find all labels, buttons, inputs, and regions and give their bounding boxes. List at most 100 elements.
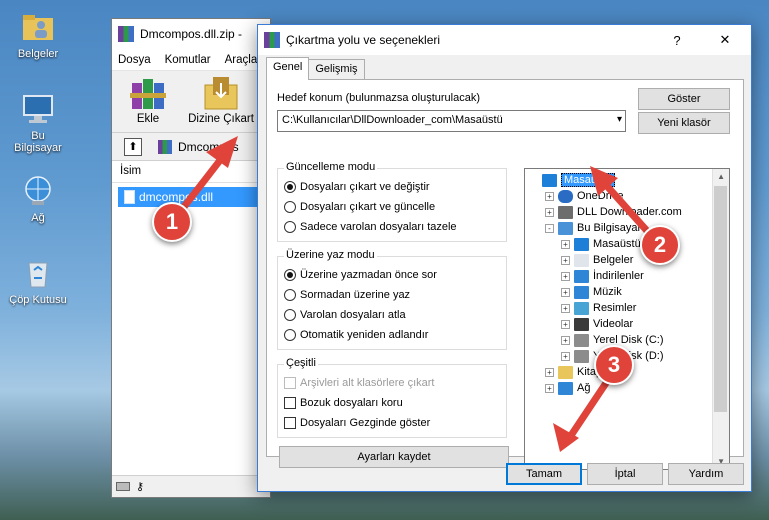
tree-scrollbar[interactable]: ▲ ▼: [712, 169, 729, 469]
tree-node[interactable]: + Müzik: [561, 284, 622, 300]
winrar-titlebar: Dmcompos.dll.zip -: [112, 19, 270, 49]
destination-path-input[interactable]: C:\Kullanıcılar\DllDownloader_com\Masaüs…: [277, 110, 626, 132]
expand-icon[interactable]: +: [561, 271, 570, 281]
tree-node[interactable]: + Masaüstü: [561, 236, 641, 252]
dialog-tabs: Genel Gelişmiş: [266, 57, 365, 80]
tree-node[interactable]: + Belgeler: [561, 252, 633, 268]
expand-icon[interactable]: +: [561, 303, 570, 313]
expand-icon[interactable]: +: [561, 255, 570, 265]
option-label: Dosyaları Gezginde göster: [300, 417, 431, 429]
computer-icon: [21, 92, 55, 126]
new-folder-button[interactable]: Yeni klasör: [638, 112, 730, 134]
checkbox[interactable]: [284, 397, 296, 409]
expand-icon[interactable]: +: [545, 207, 554, 217]
help-title-button[interactable]: ?: [655, 25, 699, 55]
winrar-toolbar: Ekle Dizine Çıkart: [112, 71, 270, 133]
help-button[interactable]: Yardım: [668, 463, 744, 485]
option-label: Sormadan üzerine yaz: [300, 289, 411, 301]
update-option-extract-replace[interactable]: Dosyaları çıkart ve değiştir: [284, 181, 430, 193]
add-button[interactable]: Ekle: [120, 75, 176, 128]
misc-option-show-in-explorer[interactable]: Dosyaları Gezginde göster: [284, 417, 430, 429]
cancel-button[interactable]: İptal: [587, 463, 663, 485]
desktop-icon-network[interactable]: Ağ: [6, 174, 70, 224]
overwrite-option-ask[interactable]: Üzerine yazmadan önce sor: [284, 269, 437, 281]
scroll-up-icon[interactable]: ▲: [717, 172, 725, 181]
chevron-down-icon[interactable]: ▾: [617, 114, 622, 125]
expand-icon[interactable]: +: [561, 335, 570, 345]
drive-icon: [116, 482, 130, 491]
option-label: Üzerine yazmadan önce sor: [300, 269, 437, 281]
computer-icon: [558, 221, 573, 235]
desktop-icon-label: Çöp Kutusu: [9, 294, 67, 306]
expand-icon[interactable]: +: [561, 287, 570, 297]
radio[interactable]: [284, 289, 296, 301]
file-row[interactable]: dmcompos.dll: [118, 187, 264, 207]
tab-general[interactable]: Genel: [266, 57, 310, 80]
tree-node[interactable]: + Ağ: [545, 380, 590, 396]
tree-node[interactable]: + İndirilenler: [561, 268, 644, 284]
menu-item-tools[interactable]: Araçla: [225, 54, 258, 66]
misc-option-keep-broken[interactable]: Bozuk dosyaları koru: [284, 397, 403, 409]
tree-node[interactable]: + Videolar: [561, 316, 633, 332]
desktop-icon-documents[interactable]: Belgeler: [6, 10, 70, 60]
expand-icon[interactable]: +: [545, 367, 554, 377]
callout-2: 2: [640, 225, 680, 265]
folder-user-icon: [21, 10, 55, 44]
tree-node[interactable]: Masaüstü: [529, 172, 615, 188]
winrar-title: Dmcompos.dll.zip -: [140, 27, 243, 41]
radio-selected[interactable]: [284, 181, 296, 193]
radio[interactable]: [284, 221, 296, 233]
dialog-title: Çıkartma yolu ve seçenekleri: [286, 33, 441, 47]
collapse-icon[interactable]: -: [545, 223, 554, 233]
network-globe-icon: [21, 174, 55, 208]
tree-node[interactable]: - Bu Bilgisayar: [545, 220, 641, 236]
column-header-name[interactable]: İsim: [112, 161, 270, 183]
expand-icon[interactable]: +: [561, 239, 570, 249]
winrar-address-bar: ⬆ Dmcompos: [112, 133, 270, 161]
option-label: Dosyaları çıkart ve güncelle: [300, 201, 436, 213]
winrar-statusbar: ⚷: [112, 475, 270, 497]
menu-item-commands[interactable]: Komutlar: [165, 54, 211, 66]
tree-node[interactable]: + OneDrive: [545, 188, 623, 204]
desktop-icon-recycle-bin[interactable]: Çöp Kutusu: [6, 256, 70, 306]
overwrite-option-rename[interactable]: Otomatik yeniden adlandır: [284, 329, 428, 341]
expand-icon[interactable]: +: [561, 351, 570, 361]
tree-node-label: Videolar: [593, 318, 634, 330]
radio[interactable]: [284, 309, 296, 321]
folder-tree[interactable]: Masaüstü + OneDrive + DLL Downloader.com - Bu …: [524, 168, 730, 470]
overwrite-option-skip[interactable]: Varolan dosyaları atla: [284, 309, 406, 321]
close-button[interactable]: ✕: [703, 25, 747, 55]
misc-group: Çeşitli Arşivleri alt klasörlere çıkart …: [277, 357, 507, 438]
up-folder-icon[interactable]: ⬆: [124, 137, 142, 156]
expand-icon[interactable]: +: [545, 191, 554, 201]
music-icon: [574, 285, 589, 299]
cloud-icon: [558, 189, 573, 203]
tree-node[interactable]: + DLL Downloader.com: [545, 204, 682, 220]
save-settings-button[interactable]: Ayarları kaydet: [279, 446, 509, 468]
option-label: Bozuk dosyaları koru: [300, 397, 403, 409]
radio-selected[interactable]: [284, 269, 296, 281]
tree-node[interactable]: + Resimler: [561, 300, 636, 316]
desktop-icon-label: Bu Bilgisayar: [14, 130, 62, 154]
expand-icon[interactable]: +: [545, 383, 554, 393]
desktop-icon-this-pc[interactable]: Bu Bilgisayar: [6, 92, 70, 154]
tree-node-label: İndirilenler: [593, 270, 644, 282]
menu-item-file[interactable]: Dosya: [118, 54, 151, 66]
checkbox[interactable]: [284, 417, 296, 429]
radio[interactable]: [284, 329, 296, 341]
checkbox-disabled: [284, 377, 296, 389]
ok-button[interactable]: Tamam: [506, 463, 582, 485]
update-option-extract-update[interactable]: Dosyaları çıkart ve güncelle: [284, 201, 435, 213]
tab-advanced[interactable]: Gelişmiş: [308, 59, 365, 80]
option-label: Varolan dosyaları atla: [300, 309, 406, 321]
tree-node-label: Ağ: [577, 382, 591, 394]
scroll-thumb[interactable]: [714, 186, 727, 412]
radio[interactable]: [284, 201, 296, 213]
option-label: Sadece varolan dosyaları tazele: [300, 221, 457, 233]
overwrite-option-without-prompt[interactable]: Sormadan üzerine yaz: [284, 289, 410, 301]
show-button[interactable]: Göster: [638, 88, 730, 110]
extract-to-button[interactable]: Dizine Çıkart: [186, 75, 256, 128]
expand-icon[interactable]: +: [561, 319, 570, 329]
winrar-logo-icon: [264, 32, 280, 48]
update-option-freshen[interactable]: Sadece varolan dosyaları tazele: [284, 221, 457, 233]
